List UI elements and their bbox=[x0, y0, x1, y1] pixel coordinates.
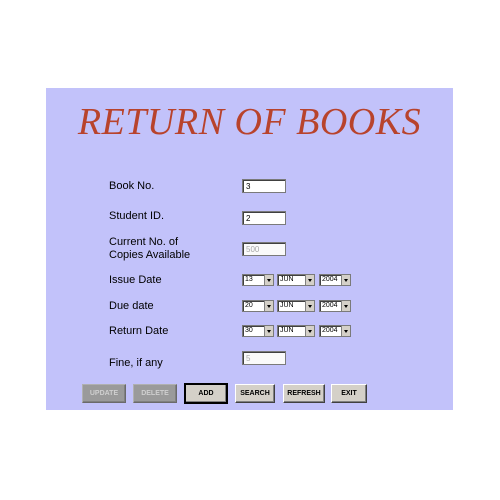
return-month-select[interactable]: JUN bbox=[277, 325, 315, 337]
search-button[interactable]: SEARCH bbox=[235, 384, 275, 403]
chevron-down-icon[interactable] bbox=[305, 326, 314, 336]
book-no-label: Book No. bbox=[109, 180, 155, 192]
form-title: RETURN OF BOOKS bbox=[77, 101, 422, 143]
delete-button[interactable]: DELETE bbox=[133, 384, 177, 403]
book-no-input[interactable]: 3 bbox=[242, 179, 286, 193]
copies-label-line2: Copies Available bbox=[109, 249, 191, 261]
due-date-label: Due date bbox=[109, 300, 154, 312]
issue-date-label: Issue Date bbox=[109, 274, 162, 286]
return-day-value: 30 bbox=[245, 327, 253, 334]
update-button[interactable]: UPDATE bbox=[82, 384, 126, 403]
due-day-select[interactable]: 20 bbox=[242, 300, 274, 312]
issue-day-value: 13 bbox=[245, 276, 253, 283]
due-month-select[interactable]: JUN bbox=[277, 300, 315, 312]
return-day-select[interactable]: 30 bbox=[242, 325, 274, 337]
exit-button[interactable]: EXIT bbox=[331, 384, 367, 403]
add-button[interactable]: ADD bbox=[184, 383, 228, 404]
return-of-books-window: RETURN OF BOOKS Book No. 3 Student ID. 2… bbox=[46, 88, 453, 410]
due-year-select[interactable]: 2004 bbox=[319, 300, 351, 312]
chevron-down-icon[interactable] bbox=[264, 275, 273, 285]
return-month-value: JUN bbox=[280, 327, 294, 334]
due-year-value: 2004 bbox=[322, 302, 338, 309]
copies-available-field: 500 bbox=[242, 242, 286, 256]
chevron-down-icon[interactable] bbox=[341, 301, 350, 311]
return-year-select[interactable]: 2004 bbox=[319, 325, 351, 337]
chevron-down-icon[interactable] bbox=[341, 326, 350, 336]
issue-year-value: 2004 bbox=[322, 276, 338, 283]
issue-year-select[interactable]: 2004 bbox=[319, 274, 351, 286]
chevron-down-icon[interactable] bbox=[305, 275, 314, 285]
chevron-down-icon[interactable] bbox=[305, 301, 314, 311]
fine-label: Fine, if any bbox=[109, 357, 163, 369]
due-month-value: JUN bbox=[280, 302, 294, 309]
return-year-value: 2004 bbox=[322, 327, 338, 334]
return-date-label: Return Date bbox=[109, 325, 169, 337]
copies-available-label: Current No. of Copies Available bbox=[109, 236, 190, 262]
issue-month-select[interactable]: JUN bbox=[277, 274, 315, 286]
issue-month-value: JUN bbox=[280, 276, 294, 283]
student-id-input[interactable]: 2 bbox=[242, 211, 286, 225]
chevron-down-icon[interactable] bbox=[264, 301, 273, 311]
copies-label-line1: Current No. of bbox=[109, 236, 179, 248]
student-id-label: Student ID. bbox=[109, 210, 165, 222]
due-day-value: 20 bbox=[245, 302, 253, 309]
chevron-down-icon[interactable] bbox=[341, 275, 350, 285]
issue-day-select[interactable]: 13 bbox=[242, 274, 274, 286]
chevron-down-icon[interactable] bbox=[264, 326, 273, 336]
fine-field: 5 bbox=[242, 351, 286, 365]
refresh-button[interactable]: REFRESH bbox=[283, 384, 325, 403]
